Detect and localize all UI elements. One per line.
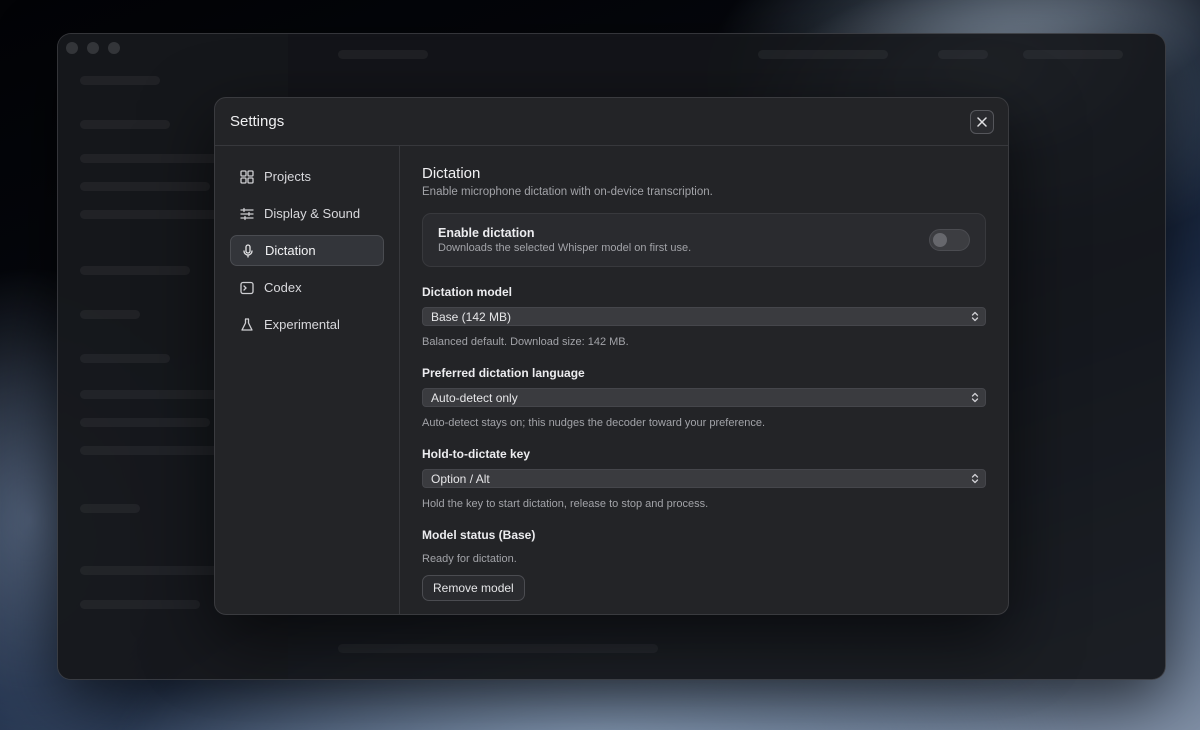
chevron-updown-icon bbox=[971, 311, 979, 322]
section-title: Dictation bbox=[422, 165, 481, 182]
language-label: Preferred dictation language bbox=[422, 366, 585, 380]
enable-dictation-title: Enable dictation bbox=[438, 226, 535, 240]
language-value: Auto-detect only bbox=[431, 390, 518, 405]
settings-nav: Projects Display & Sound Dictation Codex… bbox=[215, 146, 400, 614]
language-help: Auto-detect stays on; this nudges the de… bbox=[422, 417, 766, 429]
hold-key-select[interactable]: Option / Alt bbox=[422, 469, 986, 488]
flask-icon bbox=[240, 317, 254, 332]
chevron-updown-icon bbox=[971, 392, 979, 403]
remove-model-button[interactable]: Remove model bbox=[422, 575, 525, 601]
microphone-icon bbox=[241, 243, 255, 258]
toggle-knob bbox=[933, 233, 947, 247]
close-button[interactable] bbox=[970, 110, 994, 134]
nav-item-display-sound[interactable]: Display & Sound bbox=[230, 198, 384, 229]
model-status-text: Ready for dictation. bbox=[422, 553, 517, 565]
sliders-icon bbox=[240, 207, 254, 221]
hold-key-help: Hold the key to start dictation, release… bbox=[422, 498, 709, 510]
dialog-title: Settings bbox=[230, 113, 285, 130]
close-icon bbox=[977, 117, 987, 127]
nav-item-dictation[interactable]: Dictation bbox=[230, 235, 384, 266]
nav-item-label: Experimental bbox=[264, 317, 340, 332]
settings-dialog: Settings Projects Display & Sound Dictat… bbox=[214, 97, 1009, 615]
nav-item-projects[interactable]: Projects bbox=[230, 161, 384, 192]
dictation-model-value: Base (142 MB) bbox=[431, 309, 512, 324]
dictation-model-label: Dictation model bbox=[422, 285, 513, 299]
dictation-model-help: Balanced default. Download size: 142 MB. bbox=[422, 336, 629, 348]
enable-dictation-toggle[interactable] bbox=[929, 229, 970, 251]
nav-item-label: Dictation bbox=[265, 243, 316, 258]
terminal-icon bbox=[240, 281, 254, 295]
section-description: Enable microphone dictation with on-devi… bbox=[422, 186, 713, 198]
nav-item-experimental[interactable]: Experimental bbox=[230, 309, 384, 340]
dialog-header: Settings bbox=[215, 98, 1008, 146]
nav-item-label: Display & Sound bbox=[264, 206, 361, 221]
nav-item-label: Projects bbox=[264, 169, 311, 184]
enable-dictation-subtitle: Downloads the selected Whisper model on … bbox=[438, 242, 692, 254]
dictation-model-select[interactable]: Base (142 MB) bbox=[422, 307, 986, 326]
nav-item-label: Codex bbox=[264, 280, 302, 295]
hold-key-value: Option / Alt bbox=[431, 471, 490, 486]
chevron-updown-icon bbox=[971, 473, 979, 484]
nav-item-codex[interactable]: Codex bbox=[230, 272, 384, 303]
dictation-panel: Dictation Enable microphone dictation wi… bbox=[400, 146, 1008, 614]
hold-key-label: Hold-to-dictate key bbox=[422, 447, 531, 461]
grid-icon bbox=[240, 169, 254, 184]
language-select[interactable]: Auto-detect only bbox=[422, 388, 986, 407]
enable-dictation-card: Enable dictation Downloads the selected … bbox=[422, 213, 986, 267]
model-status-label: Model status (Base) bbox=[422, 528, 536, 542]
